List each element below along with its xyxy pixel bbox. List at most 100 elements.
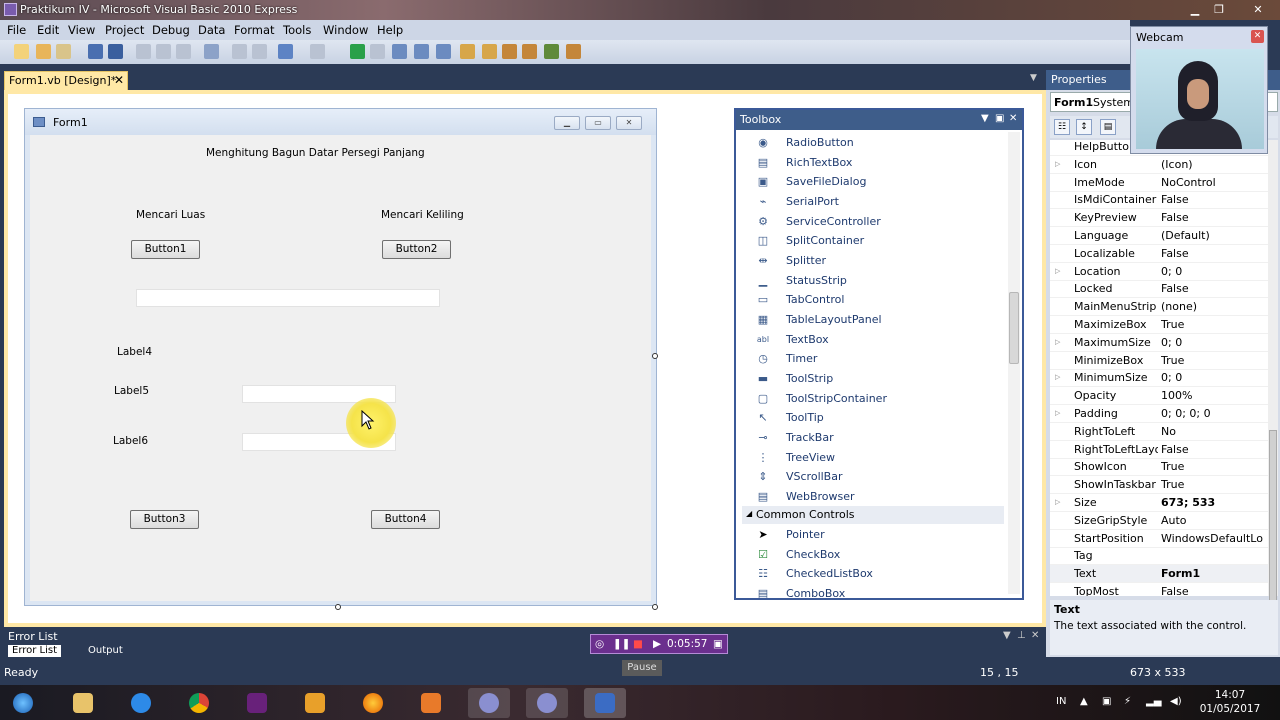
property-row[interactable]: ShowInTaskbar True <box>1050 476 1268 495</box>
taskbar-media[interactable] <box>410 688 452 718</box>
property-row[interactable]: ShowIcon True <box>1050 458 1268 477</box>
form1-window[interactable]: Form1 ▁ ▭ ✕ Menghitung Bagun Datar Perse… <box>24 108 657 606</box>
property-row[interactable]: Localizable False <box>1050 245 1268 263</box>
property-value[interactable]: False <box>1161 282 1267 295</box>
toolbox-item-richtextbox[interactable]: ▤ RichTextBox <box>754 153 1004 172</box>
property-value[interactable]: Form1 <box>1161 567 1267 580</box>
taskbar-chrome[interactable] <box>178 688 220 718</box>
error-list-pin-icon[interactable]: ⊥ <box>1017 630 1026 641</box>
toolbox-item-webbrowser[interactable]: ▤ WebBrowser <box>754 487 1004 506</box>
toolbox-scroll-thumb[interactable] <box>1009 292 1019 364</box>
tray-chevron-icon[interactable]: ▲ <box>1080 696 1088 707</box>
toolbox-group-common-controls[interactable]: ◢ Common Controls <box>742 506 1004 524</box>
toolbox-item-tablelayoutpanel[interactable]: ▦ TableLayoutPanel <box>754 310 1004 329</box>
property-row[interactable]: ▷ MaximumSize 0; 0 <box>1050 334 1268 352</box>
toolbox-item-checkedlistbox[interactable]: ☷ CheckedListBox <box>754 564 1004 583</box>
undo-icon[interactable] <box>278 44 293 59</box>
paste-icon[interactable] <box>176 44 191 59</box>
properties-scroll-thumb[interactable] <box>1269 430 1277 620</box>
toolbox-item-combobox[interactable]: ▤ ComboBox <box>754 584 1004 598</box>
toolbox-item-servicecontroller[interactable]: ⚙ ServiceController <box>754 212 1004 231</box>
property-row[interactable]: ▷ MinimumSize 0; 0 <box>1050 369 1268 388</box>
close-tab-icon[interactable]: ✕ <box>114 73 124 87</box>
heading-label[interactable]: Menghitung Bagun Datar Persegi Panjang <box>206 147 425 159</box>
toolbox-item-tabcontrol[interactable]: ▭ TabControl <box>754 290 1004 309</box>
label-mencari-keliling[interactable]: Mencari Keliling <box>381 209 464 221</box>
extension-icon[interactable] <box>544 44 559 59</box>
toolbox-item-textbox[interactable]: abl TextBox <box>754 330 1004 349</box>
expand-arrow-icon[interactable]: ▷ <box>1055 409 1060 417</box>
property-row[interactable]: Language (Default) <box>1050 227 1268 245</box>
start-debugging-icon[interactable] <box>350 44 365 59</box>
properties-scrollbar[interactable] <box>1268 140 1278 620</box>
network-icon[interactable]: ▂▄ <box>1146 696 1161 707</box>
toolbox-item-splitter[interactable]: ⇹ Splitter <box>754 251 1004 270</box>
toolbox-item-radiobutton[interactable]: ◉ RadioButton <box>754 133 1004 152</box>
tray-power-icon[interactable]: ⚡ <box>1124 696 1131 707</box>
property-row[interactable]: SizeGripStyle Auto <box>1050 512 1268 530</box>
expand-arrow-icon[interactable]: ▷ <box>1055 160 1060 168</box>
property-row[interactable]: ▷ Location 0; 0 <box>1050 263 1268 281</box>
uncomment-icon[interactable] <box>252 44 267 59</box>
property-row[interactable]: Tag <box>1050 547 1268 566</box>
property-value[interactable]: 0; 0 <box>1161 265 1267 278</box>
taskbar-recorder[interactable] <box>468 688 510 718</box>
toolbox-item-pointer[interactable]: ➤ Pointer <box>754 525 1004 544</box>
toolbox-item-trackbar[interactable]: ⊸ TrackBar <box>754 428 1004 447</box>
categorized-icon[interactable]: ☷ <box>1054 119 1070 135</box>
step-out-icon[interactable] <box>436 44 451 59</box>
redo-icon[interactable] <box>310 44 325 59</box>
tray-app-icon[interactable]: ▣ <box>1102 696 1111 707</box>
menu-window[interactable]: Window <box>323 23 368 37</box>
menu-debug[interactable]: Debug <box>152 23 190 37</box>
expand-arrow-icon[interactable]: ▷ <box>1055 338 1060 346</box>
error-list-dropdown-icon[interactable]: ▼ <box>1003 630 1011 641</box>
play-icon[interactable]: ▶ <box>653 638 661 650</box>
restore-icon[interactable]: ❐ <box>1210 1 1228 18</box>
taskbar-visual-studio[interactable] <box>236 688 278 718</box>
stop-record-icon[interactable]: ■ <box>633 638 643 650</box>
property-value[interactable]: 0; 0; 0; 0 <box>1161 407 1267 420</box>
property-value[interactable]: False <box>1161 585 1267 596</box>
property-value[interactable]: No <box>1161 425 1267 438</box>
taskbar-recorder-2[interactable] <box>526 688 568 718</box>
tab-error-list[interactable]: Error List <box>8 645 62 657</box>
property-row[interactable]: TopMost False <box>1050 583 1268 596</box>
property-row[interactable]: MaximizeBox True <box>1050 316 1268 334</box>
property-value[interactable]: 100% <box>1161 389 1267 402</box>
property-value[interactable]: (none) <box>1161 300 1267 313</box>
toolbox-icon[interactable] <box>522 44 537 59</box>
save-all-icon[interactable] <box>108 44 123 59</box>
toolbox-item-toolstripcontainer[interactable]: ▢ ToolStripContainer <box>754 389 1004 408</box>
toolbox-item-splitcontainer[interactable]: ◫ SplitContainer <box>754 231 1004 250</box>
property-value[interactable]: False <box>1161 193 1267 206</box>
taskbar-ie[interactable] <box>120 688 162 718</box>
expand-arrow-icon[interactable]: ▷ <box>1055 267 1060 275</box>
button4[interactable]: Button4 <box>371 510 440 529</box>
recorder-menu-icon[interactable]: ▣ <box>713 638 723 650</box>
cut-icon[interactable] <box>136 44 151 59</box>
start-page-icon[interactable] <box>566 44 581 59</box>
error-list-close-icon[interactable]: ✕ <box>1031 630 1039 641</box>
toolbox-pin-icon[interactable]: ▣ <box>995 113 1004 124</box>
resize-handle-corner[interactable] <box>652 604 658 610</box>
pause-icon[interactable]: ❚❚ <box>613 638 631 650</box>
property-value[interactable]: True <box>1161 318 1267 331</box>
label6[interactable]: Label6 <box>113 435 148 447</box>
language-indicator[interactable]: IN <box>1056 696 1066 707</box>
button2[interactable]: Button2 <box>382 240 451 259</box>
toolbox-item-toolstrip[interactable]: ▬ ToolStrip <box>754 369 1004 388</box>
stop-icon[interactable] <box>370 44 385 59</box>
step-into-icon[interactable] <box>392 44 407 59</box>
property-row[interactable]: StartPosition WindowsDefaultLo <box>1050 530 1268 548</box>
property-row[interactable]: RightToLeftLayoutFalse <box>1050 441 1268 459</box>
add-item-icon[interactable] <box>56 44 71 59</box>
property-row[interactable]: Opacity 100% <box>1050 387 1268 406</box>
expand-arrow-icon[interactable]: ▷ <box>1055 373 1060 381</box>
label4[interactable]: Label4 <box>117 346 152 358</box>
menu-tools[interactable]: Tools <box>283 23 311 37</box>
tab-output[interactable]: Output <box>84 645 127 657</box>
property-value[interactable]: 673; 533 <box>1161 496 1267 509</box>
property-value[interactable]: False <box>1161 211 1267 224</box>
toolbox-item-vscrollbar[interactable]: ⇕ VScrollBar <box>754 467 1004 486</box>
